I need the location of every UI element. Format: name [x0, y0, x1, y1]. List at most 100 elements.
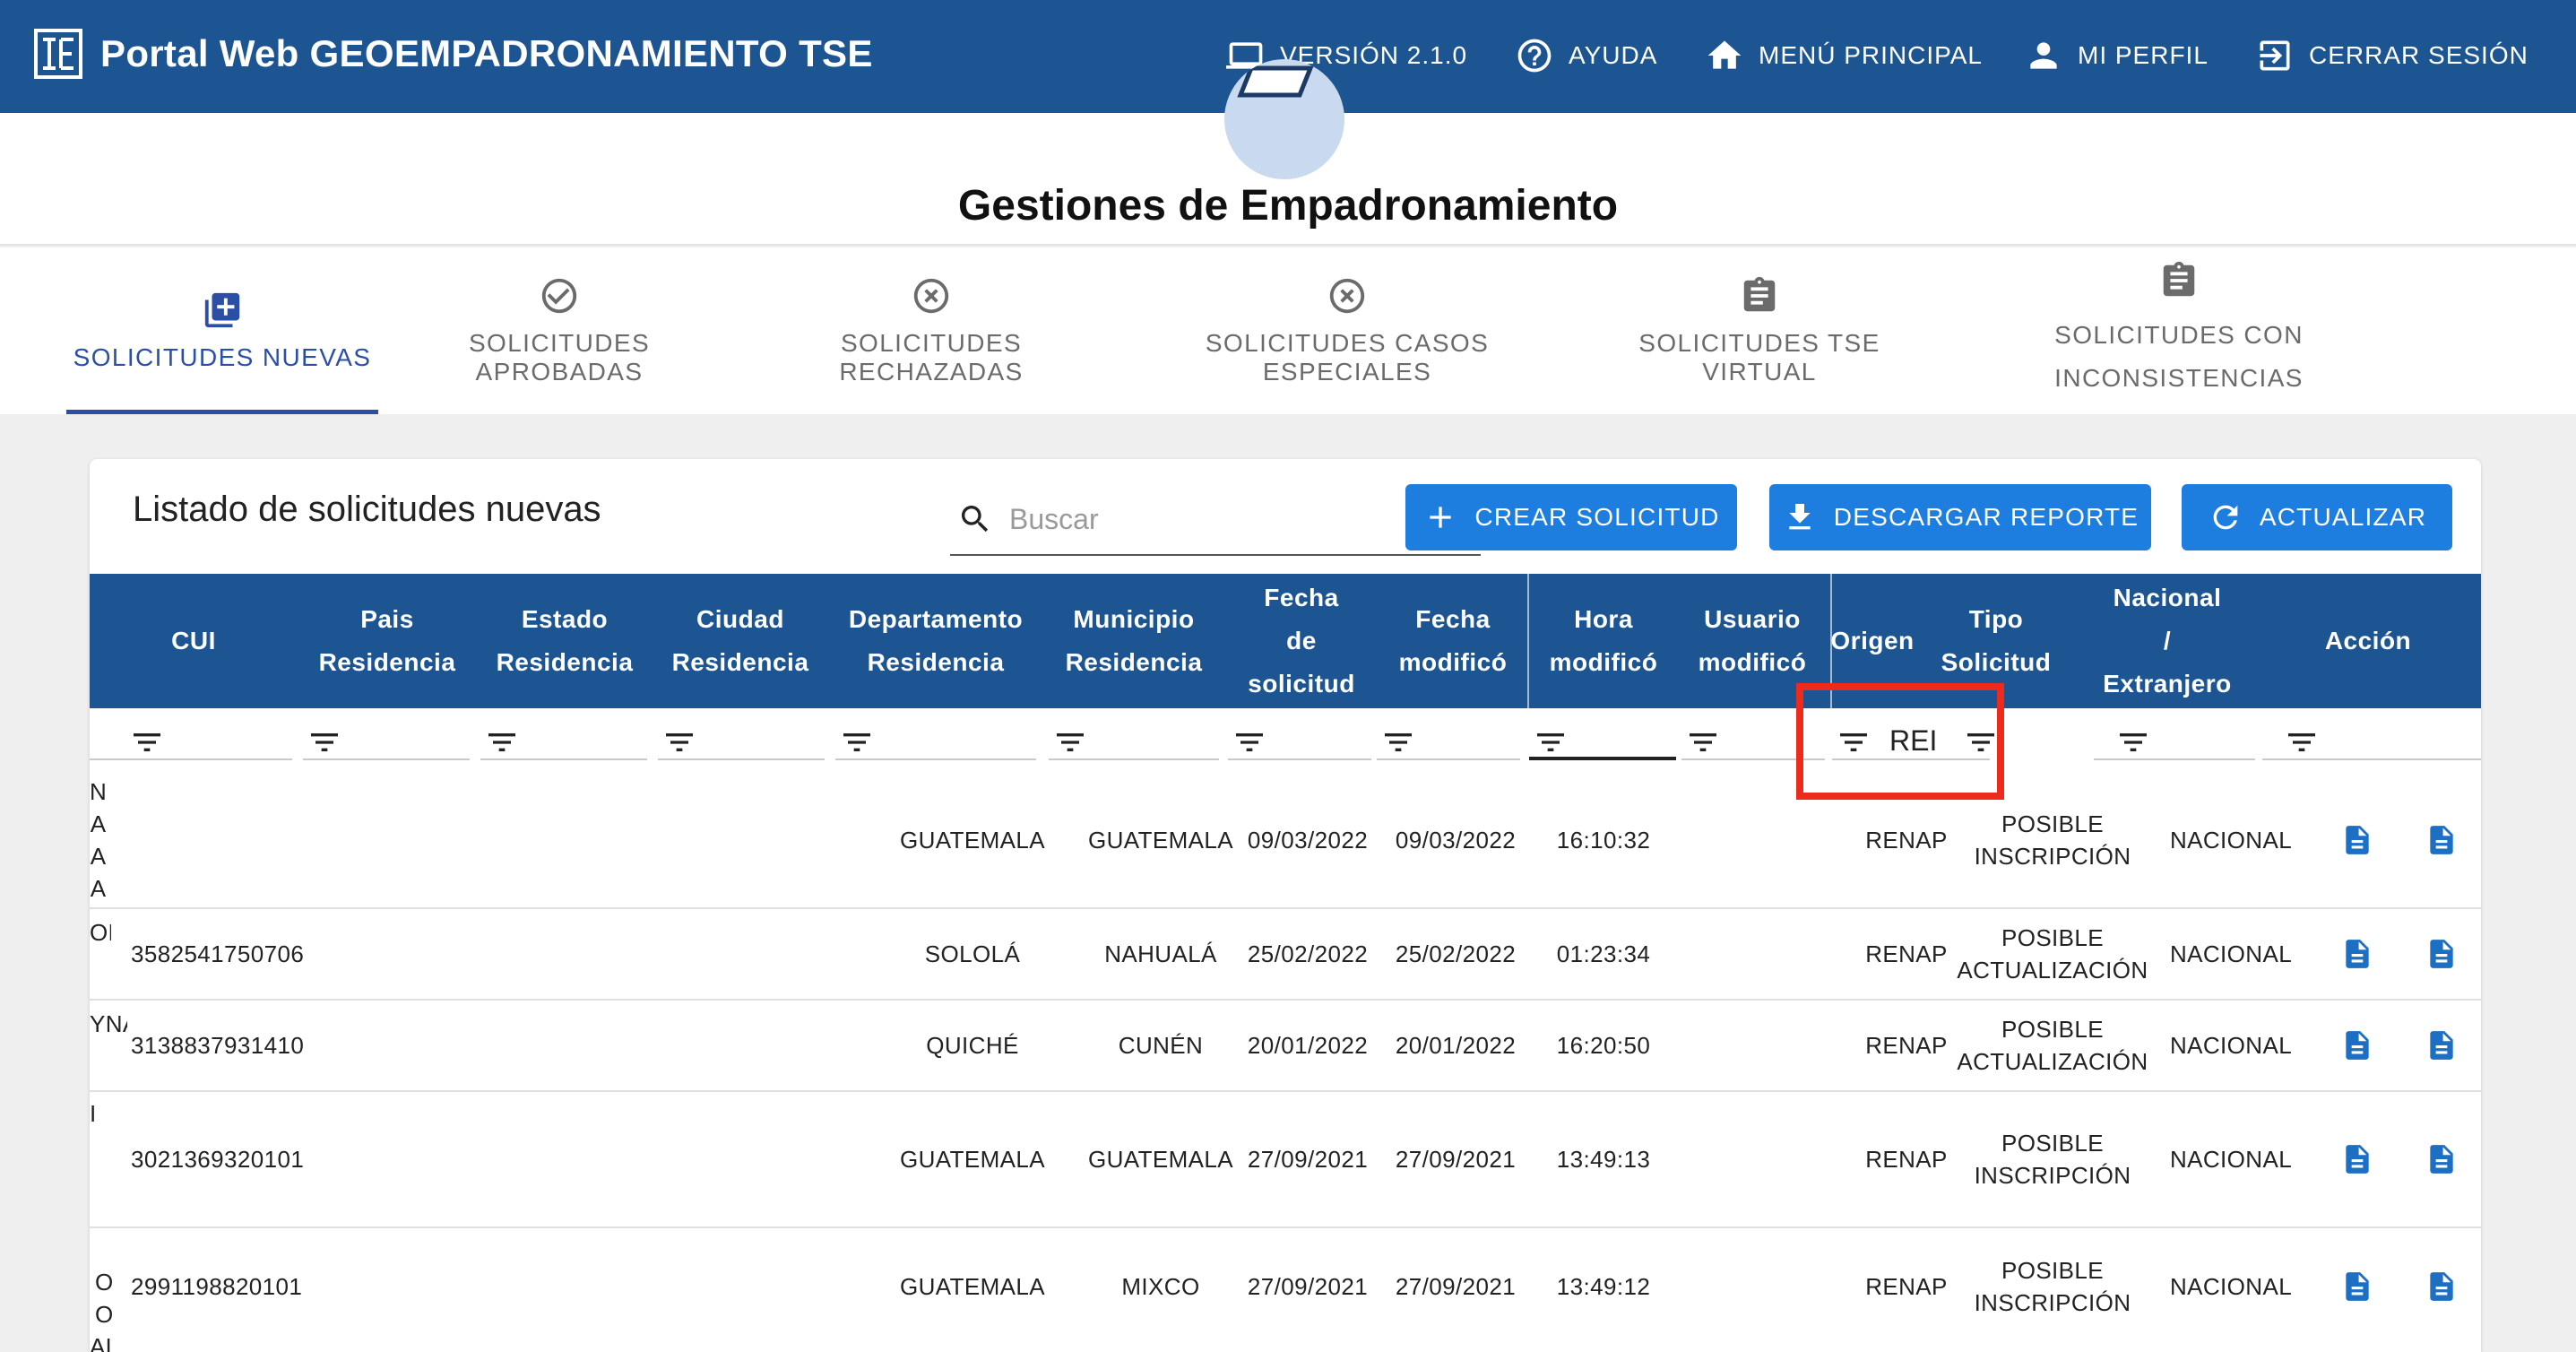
edit-document-button[interactable]: [2415, 773, 2468, 907]
edit-document-button[interactable]: [2415, 909, 2468, 999]
highlight-box: [1796, 683, 2004, 800]
download-report-button[interactable]: DESCARGAR REPORTE: [1769, 484, 2151, 550]
header-fecha-modifico[interactable]: Fecha modificó: [1379, 574, 1527, 708]
header-label: Residencia: [318, 648, 456, 676]
view-document-button[interactable]: [2330, 1092, 2384, 1226]
filter-departamento[interactable]: [835, 717, 1036, 760]
view-document-button[interactable]: [2330, 1228, 2384, 1345]
tab-label: SOLICITUDES TSE VIRTUAL: [1638, 329, 1880, 386]
profile-nav-item[interactable]: MI PERFIL: [2024, 32, 2209, 79]
help-nav-item[interactable]: AYUDA: [1515, 32, 1657, 79]
tipo-cell: POSIBLE ACTUALIZACIÓN: [1954, 1001, 2151, 1090]
header-nacional-extranjero[interactable]: Nacional / Extranjero: [2079, 574, 2255, 708]
app-title: Portal Web GEOEMPADRONAMIENTO TSE: [100, 32, 873, 74]
header-label: Fecha: [1415, 605, 1491, 633]
view-document-button[interactable]: [2330, 1001, 2384, 1090]
tab-solicitudes-rechazadas[interactable]: SOLICITUDES RECHAZADAS: [751, 247, 1111, 414]
profile-label: MI PERFIL: [2078, 41, 2209, 69]
view-document-button[interactable]: [2330, 773, 2384, 907]
filter-estado[interactable]: [480, 717, 647, 760]
origen-cell: RENAP: [1865, 1273, 1948, 1300]
filter-row: REI: [90, 708, 2481, 773]
tse-logo-icon: [34, 29, 82, 79]
header-estado-residencia[interactable]: Estado Residencia: [477, 574, 653, 708]
download-icon: [1789, 504, 1811, 530]
tab-solicitudes-aprobadas[interactable]: SOLICITUDES APROBADAS: [391, 247, 728, 414]
tab-label-line2: INCONSISTENCIAS: [2054, 364, 2304, 392]
hora-cell: 13:49:13: [1556, 1146, 1651, 1173]
refresh-button[interactable]: ACTUALIZAR: [2182, 484, 2452, 550]
header-label: Solicitud: [1941, 648, 2052, 676]
search-icon: [962, 506, 989, 533]
create-request-label: CREAR SOLICITUD: [1474, 503, 1720, 531]
filter-fecha-solicitud[interactable]: [1228, 717, 1371, 760]
fecha-modifico-cell: 25/02/2022: [1395, 940, 1517, 967]
filter-icon: [2288, 733, 2315, 751]
tipo-cell: POSIBLE INSCRIPCIÓN: [1954, 1228, 2151, 1345]
header-cui[interactable]: CUI: [90, 574, 298, 708]
logout-icon: [2260, 40, 2290, 71]
header-pais-residencia[interactable]: Pais Residencia: [298, 574, 477, 708]
header-label: Estado: [521, 605, 609, 633]
header-departamento-residencia[interactable]: Departamento Residencia: [828, 574, 1043, 708]
header-accion[interactable]: Acción: [2255, 574, 2481, 708]
header-label: CUI: [171, 627, 216, 654]
departamento-cell: GUATEMALA: [899, 827, 1046, 854]
document-icon: [2346, 826, 2369, 854]
filter-ciudad[interactable]: [658, 717, 825, 760]
municipio-cell: GUATEMALA: [1087, 827, 1234, 854]
tipo-line: POSIBLE: [2001, 1130, 2105, 1157]
tipo-line: INSCRIPCIÓN: [1974, 1289, 2131, 1316]
logout-nav-item[interactable]: CERRAR SESIÓN: [2255, 32, 2528, 79]
header-ciudad-residencia[interactable]: Ciudad Residencia: [653, 574, 828, 708]
header-fecha-solicitud[interactable]: Fecha de solicitud: [1224, 574, 1379, 708]
document-icon: [2430, 1145, 2453, 1174]
cui-cell: 3138837931410: [131, 1032, 305, 1059]
main-menu-nav-item[interactable]: MENÚ PRINCIPAL: [1705, 32, 1983, 79]
tab-label: SOLICITUDES NUEVAS: [73, 343, 372, 371]
origen-cell: RENAP: [1865, 1032, 1948, 1059]
filter-fecha-modifico[interactable]: [1377, 717, 1520, 760]
header-hora-modifico[interactable]: Hora modificó: [1529, 574, 1678, 708]
header-label: Nacional: [2113, 584, 2222, 611]
create-request-button[interactable]: CREAR SOLICITUD: [1405, 484, 1737, 550]
table-row[interactable]: N A A A GUATEMALA GUATEMALA 09/03/2022 0…: [90, 773, 2481, 909]
header-label: de: [1286, 627, 1317, 654]
filter-cui[interactable]: [90, 717, 292, 760]
tab-label: SOLICITUDES CASOS ESPECIALES: [1205, 329, 1490, 386]
municipio-cell: GUATEMALA: [1087, 1146, 1234, 1173]
tab-solicitudes-casos-especiales[interactable]: SOLICITUDES CASOS ESPECIALES: [1135, 247, 1560, 414]
edit-document-button[interactable]: [2415, 1228, 2468, 1345]
edit-document-button[interactable]: [2415, 1092, 2468, 1226]
tipo-line: ACTUALIZACIÓN: [1957, 1048, 2148, 1075]
header-label: /: [2163, 627, 2172, 654]
fecha-solicitud-cell: 27/09/2021: [1247, 1273, 1369, 1300]
tab-solicitudes-nuevas[interactable]: SOLICITUDES NUEVAS: [66, 247, 378, 414]
table-row[interactable]: I 3021369320101 GUATEMALA GUATEMALA 27/0…: [90, 1092, 2481, 1228]
document-icon: [2430, 1031, 2453, 1060]
table-row[interactable]: O O AL 2991198820101 GUATEMALA MIXCO 27/…: [90, 1228, 2481, 1352]
truncated-name-cell: YNA: [90, 1010, 127, 1037]
filter-icon: [1690, 733, 1716, 751]
filter-accion[interactable]: [2262, 717, 2481, 760]
document-icon: [2346, 1145, 2369, 1174]
requests-card: Listado de solicitudes nuevas CREAR SOLI…: [90, 459, 2481, 1352]
filter-nacional[interactable]: [2094, 717, 2255, 760]
filter-pais[interactable]: [303, 717, 470, 760]
tipo-line: POSIBLE: [2001, 810, 2105, 837]
tab-solicitudes-inconsistencias[interactable]: SOLICITUDES CON INCONSISTENCIAS: [2031, 247, 2327, 414]
table-row[interactable]: YNA 3138837931410 QUICHÉ CUNÉN 20/01/202…: [90, 1001, 2481, 1092]
header-label: solicitud: [1248, 670, 1355, 698]
tipo-line: POSIBLE: [2001, 1257, 2105, 1284]
fecha-solicitud-cell: 27/09/2021: [1247, 1146, 1369, 1173]
edit-document-button[interactable]: [2415, 1001, 2468, 1090]
header-municipio-residencia[interactable]: Municipio Residencia: [1043, 574, 1224, 708]
tab-solicitudes-tse-virtual[interactable]: SOLICITUDES TSE VIRTUAL: [1583, 247, 1936, 414]
view-document-button[interactable]: [2330, 909, 2384, 999]
filter-hora-modifico[interactable]: [1529, 717, 1676, 760]
filter-municipio[interactable]: [1049, 717, 1219, 760]
search-input[interactable]: [1009, 502, 1425, 536]
header-label: Residencia: [1065, 648, 1203, 676]
table-row[interactable]: ON 3582541750706 SOLOLÁ NAHUALÁ 25/02/20…: [90, 909, 2481, 1001]
fecha-solicitud-cell: 25/02/2022: [1247, 940, 1369, 967]
